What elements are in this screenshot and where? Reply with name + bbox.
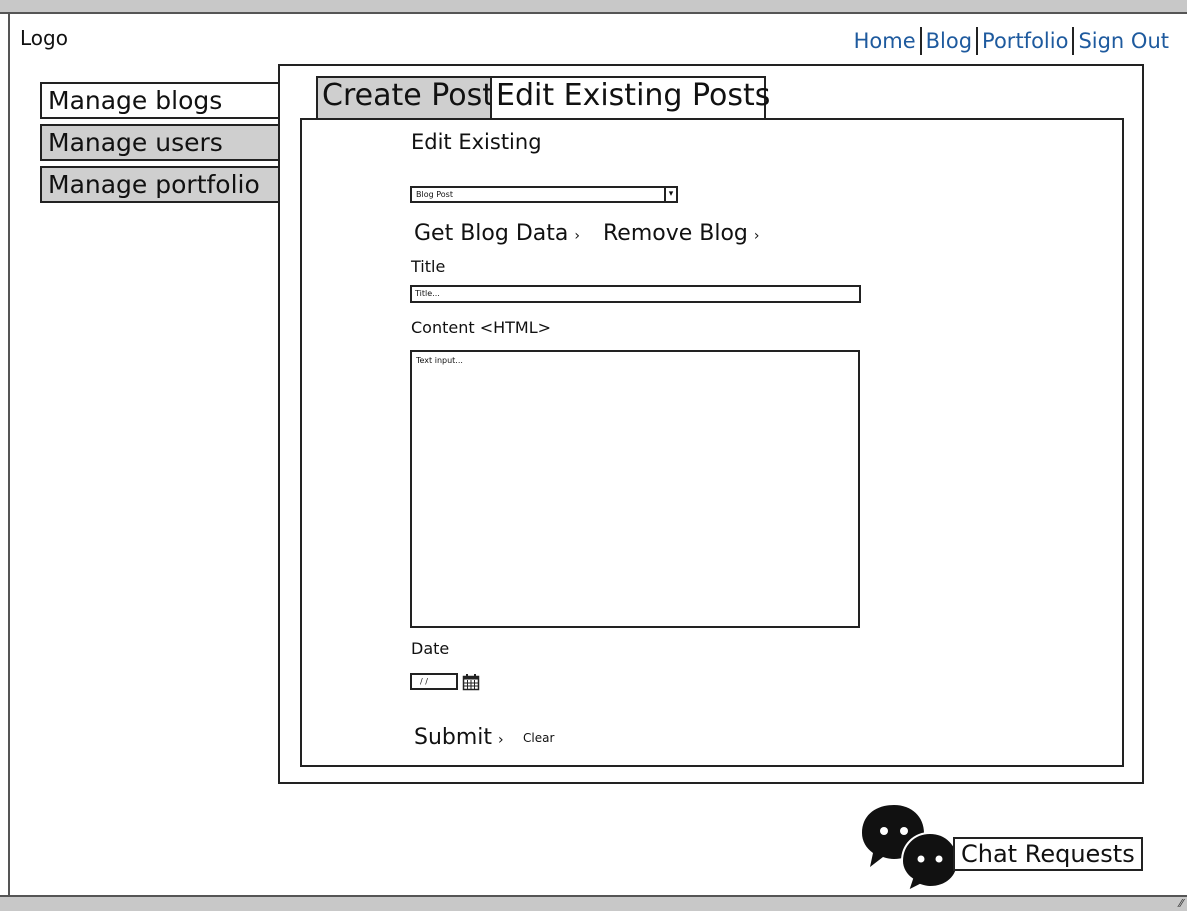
date-label: Date <box>411 639 450 658</box>
nav-portfolio-link[interactable]: Portfolio <box>978 29 1072 53</box>
tab-create-post[interactable]: Create Post <box>316 76 494 118</box>
nav-blog-link[interactable]: Blog <box>922 29 976 53</box>
tab-edit-existing-posts[interactable]: Edit Existing Posts <box>490 76 770 120</box>
resize-grip-icon[interactable]: ⁄⁄ <box>1179 897 1183 910</box>
top-nav: Home Blog Portfolio Sign Out <box>850 27 1173 55</box>
chat-bubbles-icon[interactable] <box>858 803 958 891</box>
side-item-manage-portfolio[interactable]: Manage portfolio <box>40 166 283 203</box>
logo: Logo <box>20 26 68 50</box>
clear-button[interactable]: Clear <box>523 731 554 745</box>
post-type-select[interactable]: Blog Post ▾ <box>410 186 678 203</box>
calendar-icon[interactable] <box>462 673 480 691</box>
chevron-right-icon: › <box>753 228 760 244</box>
window-left-border <box>8 14 10 899</box>
chevron-right-icon: › <box>574 228 580 244</box>
title-label: Title <box>411 257 446 276</box>
chevron-right-icon: › <box>498 732 504 748</box>
remove-blog-button[interactable]: Remove Blog › <box>603 221 760 246</box>
window-bottom-bar: ⁄⁄ <box>0 895 1187 911</box>
content-textarea[interactable]: Text input... <box>410 350 860 628</box>
get-blog-data-label: Get Blog Data <box>414 221 569 246</box>
submit-label: Submit <box>414 725 493 750</box>
date-input[interactable]: / / <box>410 673 458 690</box>
window-top-bar <box>0 0 1187 14</box>
nav-home-link[interactable]: Home <box>850 29 920 53</box>
content-label: Content <HTML> <box>411 318 552 337</box>
remove-blog-label: Remove Blog <box>603 221 748 246</box>
side-item-manage-users[interactable]: Manage users <box>40 124 283 161</box>
form-heading: Edit Existing <box>411 130 542 154</box>
side-item-manage-blogs[interactable]: Manage blogs <box>40 82 283 119</box>
chevron-down-icon[interactable]: ▾ <box>664 188 676 201</box>
admin-side-menu: Manage blogs Manage users Manage portfol… <box>40 82 283 208</box>
nav-sign-out-link[interactable]: Sign Out <box>1074 29 1173 53</box>
chat-requests-label[interactable]: Chat Requests <box>953 837 1143 871</box>
chat-requests-widget[interactable]: Chat Requests <box>858 803 1178 893</box>
get-blog-data-button[interactable]: Get Blog Data › <box>414 221 580 246</box>
title-input[interactable]: Title... <box>410 285 861 303</box>
submit-button[interactable]: Submit › <box>414 725 504 750</box>
post-type-select-value: Blog Post <box>416 190 453 199</box>
